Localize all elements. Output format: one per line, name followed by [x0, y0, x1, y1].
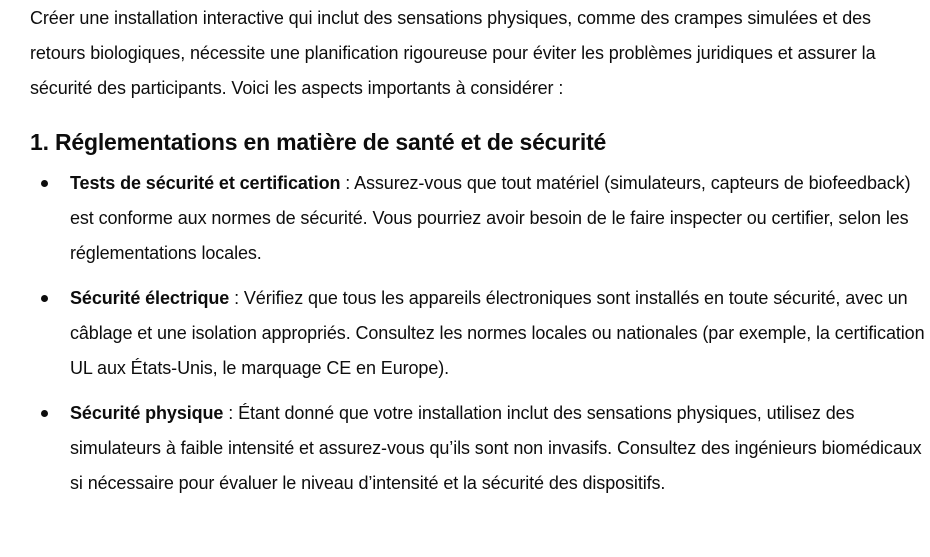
intro-paragraph: Créer une installation interactive qui i…: [30, 8, 876, 98]
item-term: Tests de sécurité et certification: [70, 173, 341, 193]
item-separator: :: [223, 403, 239, 423]
bullet-icon: [41, 295, 48, 302]
list-item: Sécurité physique : Étant donné que votr…: [30, 396, 930, 501]
list-item: Tests de sécurité et certification : Ass…: [30, 166, 930, 271]
item-separator: :: [340, 173, 355, 193]
item-term: Sécurité physique: [70, 403, 224, 423]
document-content: Créer une installation interactive qui i…: [0, 0, 930, 501]
item-separator: :: [229, 288, 244, 308]
list-item: Sécurité électrique : Vérifiez que tous …: [30, 281, 930, 386]
bullet-list: Tests de sécurité et certification : Ass…: [30, 166, 930, 501]
section-heading: 1. Réglementations en matière de santé e…: [30, 129, 607, 155]
bullet-icon: [41, 410, 48, 417]
item-term: Sécurité électrique: [70, 288, 230, 308]
bullet-icon: [41, 180, 48, 187]
